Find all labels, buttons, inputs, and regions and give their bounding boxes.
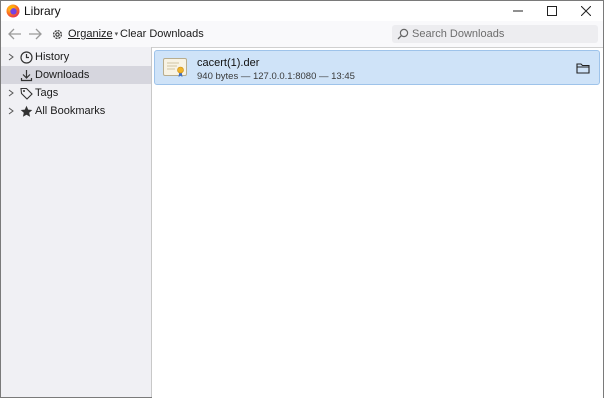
tag-icon bbox=[19, 86, 33, 100]
sidebar-item-label: History bbox=[35, 51, 70, 63]
show-in-folder-button[interactable] bbox=[575, 60, 591, 76]
organize-label: Organize bbox=[68, 28, 113, 40]
download-icon bbox=[19, 68, 33, 82]
certificate-file-icon bbox=[163, 58, 187, 77]
download-item[interactable]: cacert(1).der 940 bytes — 127.0.0.1:8080… bbox=[154, 50, 600, 85]
sidebar-item-label: All Bookmarks bbox=[35, 105, 106, 117]
search-icon bbox=[397, 28, 409, 40]
sidebar-item-all-bookmarks[interactable]: All Bookmarks bbox=[1, 102, 151, 120]
forward-arrow-icon bbox=[29, 28, 42, 40]
library-window: Library Organize ▾ Clear Downloads Searc… bbox=[0, 0, 604, 398]
sidebar-item-history[interactable]: History bbox=[1, 48, 151, 66]
maximize-icon bbox=[547, 6, 557, 16]
star-icon bbox=[19, 104, 33, 118]
search-box[interactable] bbox=[392, 25, 598, 43]
title-bar: Library bbox=[1, 1, 603, 21]
close-icon bbox=[581, 6, 591, 16]
sidebar-item-label: Tags bbox=[35, 87, 59, 99]
downloads-list: cacert(1).der 940 bytes — 127.0.0.1:8080… bbox=[152, 47, 603, 398]
chevron-down-icon: ▾ bbox=[114, 31, 119, 38]
minimize-icon bbox=[513, 10, 523, 12]
back-button[interactable] bbox=[7, 26, 23, 42]
back-arrow-icon bbox=[8, 28, 21, 40]
sidebar-item-label: Downloads bbox=[35, 69, 90, 81]
close-button[interactable] bbox=[569, 1, 603, 21]
window-title: Library bbox=[24, 4, 61, 18]
gear-icon bbox=[52, 29, 63, 39]
firefox-logo-icon bbox=[6, 4, 20, 18]
sidebar-tree: History Downloads Tags All Bookmarks bbox=[1, 47, 152, 397]
minimize-button[interactable] bbox=[501, 1, 535, 21]
organize-button[interactable]: Organize ▾ bbox=[51, 26, 118, 42]
folder-icon bbox=[576, 63, 590, 74]
sidebar-item-downloads[interactable]: Downloads bbox=[1, 66, 151, 84]
clock-icon bbox=[19, 50, 33, 64]
chevron-right-icon[interactable] bbox=[7, 53, 15, 61]
download-filename: cacert(1).der bbox=[197, 57, 260, 69]
chevron-right-icon[interactable] bbox=[7, 107, 15, 115]
search-input[interactable] bbox=[412, 28, 592, 40]
chevron-right-icon[interactable] bbox=[7, 89, 15, 97]
download-status: 940 bytes — 127.0.0.1:8080 — 13:45 bbox=[197, 71, 355, 82]
clear-downloads-button[interactable]: Clear Downloads bbox=[120, 28, 204, 40]
forward-button[interactable] bbox=[27, 26, 43, 42]
maximize-button[interactable] bbox=[535, 1, 569, 21]
sidebar-item-tags[interactable]: Tags bbox=[1, 84, 151, 102]
